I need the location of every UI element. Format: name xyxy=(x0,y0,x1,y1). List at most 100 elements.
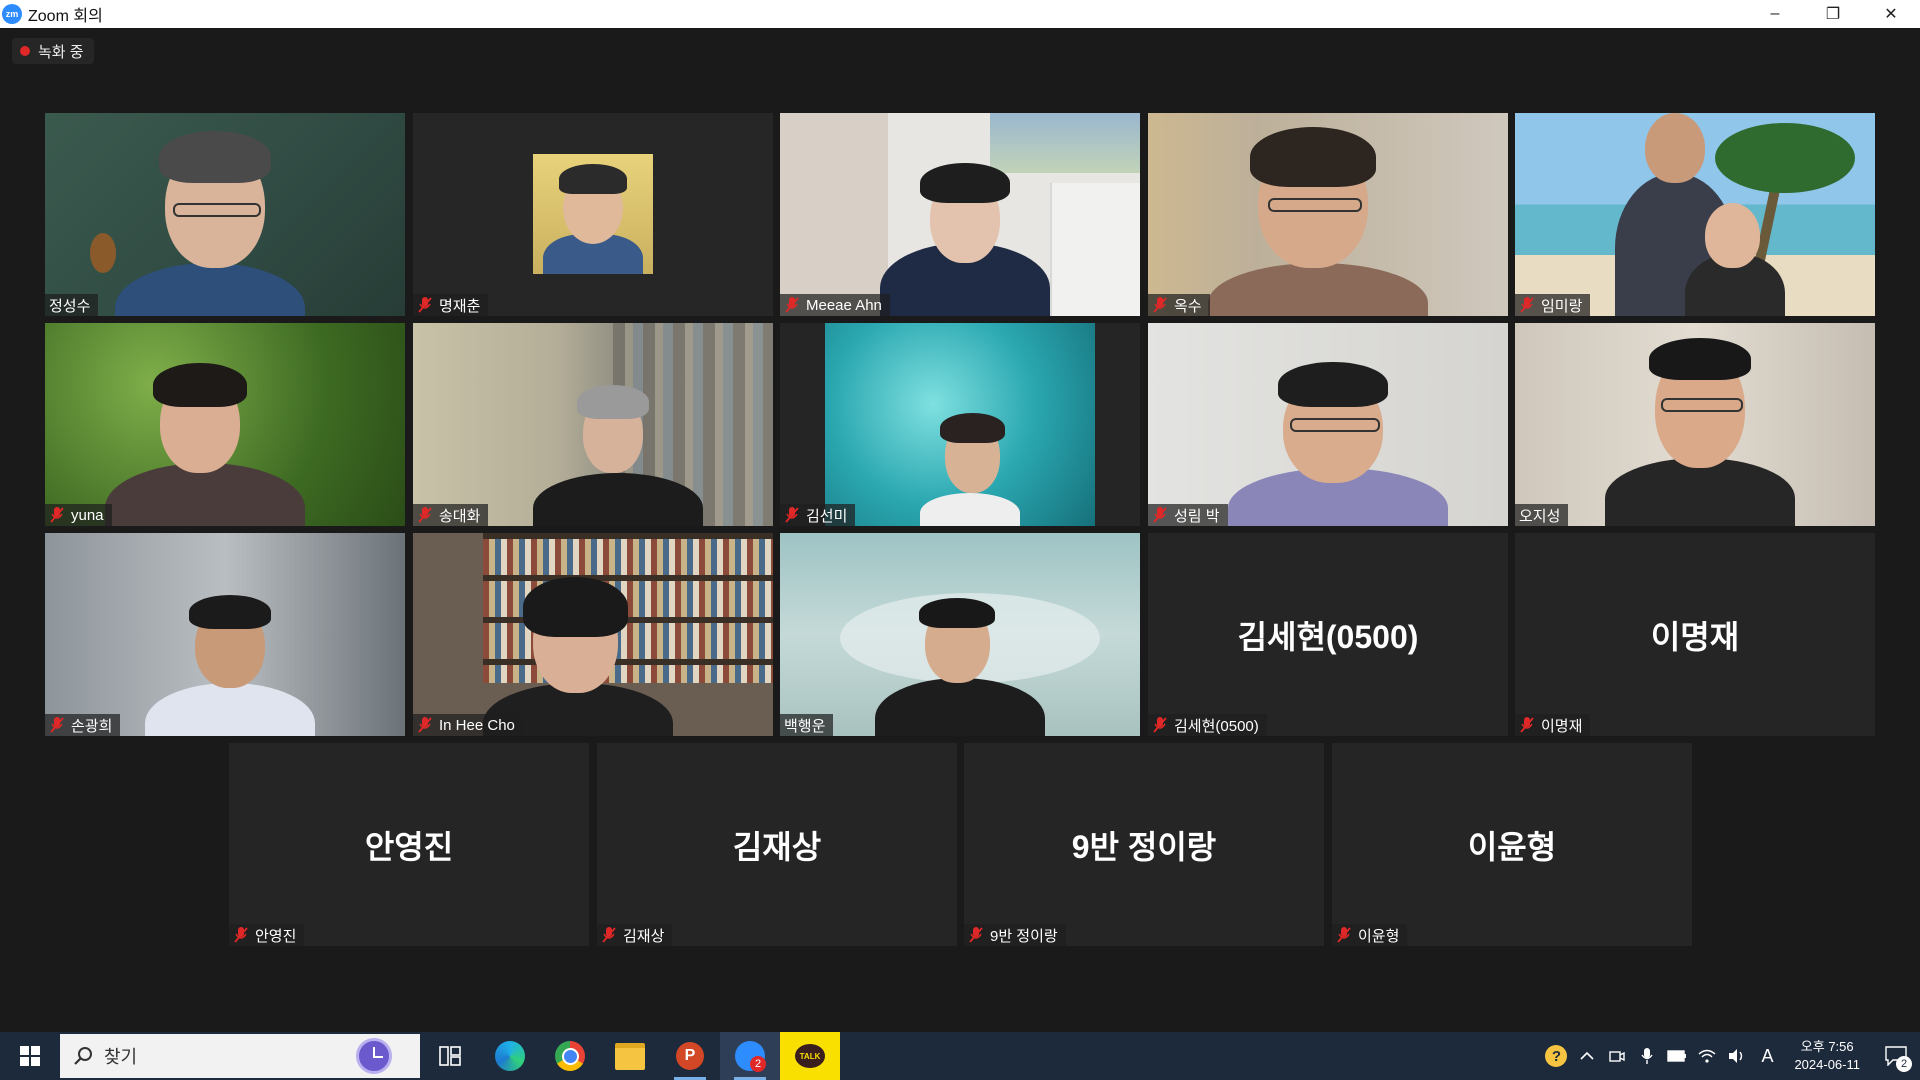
participant-name-label: 김선미 xyxy=(780,504,856,526)
participant-tile[interactable]: 백행운 xyxy=(780,533,1140,736)
participant-name-label: In Hee Cho xyxy=(413,714,523,736)
taskbar-clock[interactable]: 오후 7:56 2024-06-11 xyxy=(1794,1038,1860,1074)
recording-dot-icon xyxy=(20,46,30,56)
participant-tile[interactable]: 김선미 xyxy=(780,323,1140,526)
participant-video xyxy=(1515,323,1875,526)
participant-name-label: 옥수 xyxy=(1148,294,1210,316)
mic-muted-icon xyxy=(1153,717,1167,733)
start-button[interactable] xyxy=(0,1032,60,1080)
participant-tile[interactable]: 손광희 xyxy=(45,533,405,736)
participant-name-label: 이명재 xyxy=(1515,714,1591,736)
participant-video xyxy=(1515,113,1875,316)
participant-name-label: 안영진 xyxy=(229,924,305,946)
participant-name-label: 성림 박 xyxy=(1148,504,1228,526)
window-title-bar: zm Zoom 회의 – ❐ ✕ xyxy=(0,0,1920,28)
participant-tile[interactable]: yuna xyxy=(45,323,405,526)
mic-muted-icon xyxy=(1153,297,1167,313)
participant-name-label: 송대화 xyxy=(413,504,489,526)
wifi-icon[interactable] xyxy=(1692,1032,1722,1080)
task-view-icon[interactable] xyxy=(420,1032,480,1080)
participant-tile-active-speaker[interactable]: 오지성 xyxy=(1515,323,1875,526)
participant-video xyxy=(780,533,1140,736)
mic-muted-icon xyxy=(1520,297,1534,313)
mic-muted-icon xyxy=(1520,717,1534,733)
mic-muted-icon xyxy=(1153,507,1167,523)
participant-tile[interactable]: 이윤형 이윤형 xyxy=(1332,743,1692,946)
participant-tile[interactable]: 임미랑 xyxy=(1515,113,1875,316)
zoom-app-icon: zm xyxy=(2,4,22,24)
participant-tile[interactable]: 9반 정이랑 9반 정이랑 xyxy=(964,743,1324,946)
participant-video xyxy=(45,533,405,736)
search-highlight-clock-icon[interactable] xyxy=(356,1038,392,1074)
participant-tile[interactable]: 안영진 안영진 xyxy=(229,743,589,946)
participant-display-name: 이윤형 xyxy=(1467,828,1557,865)
participant-display-name: 9반 정이랑 xyxy=(1071,828,1217,865)
mic-muted-icon xyxy=(1337,927,1351,943)
participant-tile[interactable]: 이명재 이명재 xyxy=(1515,533,1875,736)
windows-taskbar: 찾기 P 2 TALK ? A 오후 7:56 2024-06-11 2 xyxy=(0,1032,1920,1080)
volume-icon[interactable] xyxy=(1722,1032,1752,1080)
participant-tile[interactable]: In Hee Cho xyxy=(413,533,773,736)
mic-muted-icon xyxy=(50,507,64,523)
microphone-icon[interactable] xyxy=(1632,1032,1662,1080)
battery-icon[interactable] xyxy=(1662,1032,1692,1080)
edge-browser-icon[interactable] xyxy=(480,1032,540,1080)
minimize-button[interactable]: – xyxy=(1746,0,1804,28)
participant-name-label: 명재춘 xyxy=(413,294,489,316)
recording-label: 녹화 중 xyxy=(38,43,84,61)
participant-tile[interactable]: 명재춘 xyxy=(413,113,773,316)
participant-video xyxy=(780,113,1140,316)
help-icon[interactable]: ? xyxy=(1540,1032,1572,1080)
windows-logo-icon xyxy=(20,1046,40,1066)
participant-name-label: 9반 정이랑 xyxy=(964,924,1066,946)
mic-muted-icon xyxy=(785,507,799,523)
kakaotalk-icon[interactable]: TALK xyxy=(780,1032,840,1080)
window-title: Zoom 회의 xyxy=(28,8,103,25)
participant-display-name: 이명재 xyxy=(1650,618,1740,655)
participant-tile[interactable]: Meeae Ahn xyxy=(780,113,1140,316)
participant-tile[interactable]: 김세현(0500) 김세현(0500) xyxy=(1148,533,1508,736)
participant-video xyxy=(45,323,405,526)
participant-video xyxy=(780,323,1140,526)
recording-indicator[interactable]: 녹화 중 xyxy=(12,38,94,64)
participant-name-label: 임미랑 xyxy=(1515,294,1591,316)
participant-video xyxy=(413,533,773,736)
restore-button[interactable]: ❐ xyxy=(1804,0,1862,28)
participant-tile[interactable]: 정성수 xyxy=(45,113,405,316)
zoom-taskbar-icon[interactable]: 2 xyxy=(720,1032,780,1080)
participant-name-label: 백행운 xyxy=(780,714,834,736)
participant-display-name: 안영진 xyxy=(364,828,454,865)
participant-tile[interactable]: 옥수 xyxy=(1148,113,1508,316)
mic-muted-icon xyxy=(418,507,432,523)
file-explorer-icon[interactable] xyxy=(600,1032,660,1080)
search-icon xyxy=(74,1047,92,1065)
powerpoint-icon[interactable]: P xyxy=(660,1032,720,1080)
input-method-indicator[interactable]: A xyxy=(1752,1032,1782,1080)
close-button[interactable]: ✕ xyxy=(1862,0,1920,28)
participant-name-label: 김재상 xyxy=(597,924,673,946)
participant-name-label: 정성수 xyxy=(45,294,99,316)
zoom-notification-badge: 2 xyxy=(750,1056,766,1072)
participant-video xyxy=(1148,323,1508,526)
taskbar-search-box[interactable]: 찾기 xyxy=(60,1034,420,1078)
participant-avatar xyxy=(533,154,653,274)
clock-date: 2024-06-11 xyxy=(1794,1057,1860,1072)
participant-tile[interactable]: 김재상 김재상 xyxy=(597,743,957,946)
participant-display-name: 김재상 xyxy=(732,828,822,865)
notification-center-icon[interactable]: 2 xyxy=(1872,1032,1920,1080)
participant-tile[interactable]: 성림 박 xyxy=(1148,323,1508,526)
participant-name-label: 손광희 xyxy=(45,714,121,736)
participant-video xyxy=(45,113,405,316)
chrome-browser-icon[interactable] xyxy=(540,1032,600,1080)
meet-now-icon[interactable] xyxy=(1602,1032,1632,1080)
show-hidden-icons-chevron-icon[interactable] xyxy=(1572,1032,1602,1080)
participant-name-label: 이윤형 xyxy=(1332,924,1408,946)
participant-display-name: 김세현(0500) xyxy=(1237,618,1419,655)
participant-tile[interactable]: 송대화 xyxy=(413,323,773,526)
mic-muted-icon xyxy=(418,297,432,313)
mic-muted-icon xyxy=(969,927,983,943)
system-tray: ? A 오후 7:56 2024-06-11 2 xyxy=(1540,1032,1920,1080)
participant-video xyxy=(1148,113,1508,316)
mic-muted-icon xyxy=(418,717,432,733)
mic-muted-icon xyxy=(234,927,248,943)
